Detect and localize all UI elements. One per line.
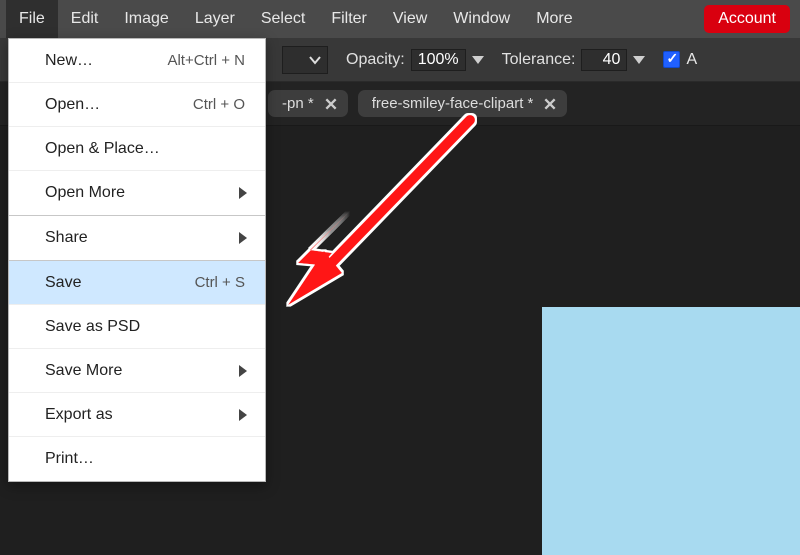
menu-item-shortcut: Ctrl + S — [195, 274, 245, 291]
menu-label: Window — [453, 10, 510, 28]
menu-label: More — [536, 10, 572, 28]
menu-open-more[interactable]: Open More — [9, 171, 265, 215]
menu-save-more[interactable]: Save More — [9, 349, 265, 393]
option-trailing-text: A — [686, 51, 697, 69]
file-menu-dropdown: New… Alt+Ctrl + N Open… Ctrl + O Open & … — [8, 38, 266, 482]
menu-layer[interactable]: Layer — [182, 0, 248, 38]
menu-more[interactable]: More — [523, 0, 585, 38]
account-label: Account — [718, 10, 776, 27]
menubar: File Edit Image Layer Select Filter View… — [0, 0, 800, 38]
menu-item-label: Share — [45, 229, 245, 247]
menu-item-label: Print… — [45, 450, 245, 468]
tab-label: -pn * — [282, 95, 314, 112]
brush-preset-dropdown[interactable] — [282, 46, 328, 74]
menu-label: Edit — [71, 10, 99, 28]
menu-share[interactable]: Share — [9, 216, 265, 260]
menu-item-label: Open More — [45, 184, 245, 202]
menu-edit[interactable]: Edit — [58, 0, 112, 38]
menu-item-label: Open… — [45, 96, 193, 114]
document-tab[interactable]: free-smiley-face-clipart * — [358, 90, 568, 117]
menu-label: View — [393, 10, 427, 28]
menu-item-shortcut: Alt+Ctrl + N — [167, 52, 245, 69]
opacity-value[interactable]: 100% — [411, 49, 466, 71]
menu-view[interactable]: View — [380, 0, 440, 38]
tolerance-dropdown-icon[interactable] — [633, 56, 645, 64]
tolerance-label: Tolerance: — [502, 51, 576, 69]
menu-label: Select — [261, 10, 305, 28]
menu-label: Image — [124, 10, 168, 28]
menu-save[interactable]: Save Ctrl + S — [9, 261, 265, 305]
tolerance-value[interactable]: 40 — [581, 49, 627, 71]
menu-filter[interactable]: Filter — [318, 0, 380, 38]
menu-label: File — [19, 10, 45, 28]
menu-save-as-psd[interactable]: Save as PSD — [9, 305, 265, 349]
menu-label: Layer — [195, 10, 235, 28]
menu-item-label: Save — [45, 274, 195, 292]
close-icon[interactable] — [324, 97, 338, 111]
menu-window[interactable]: Window — [440, 0, 523, 38]
opacity-dropdown-icon[interactable] — [472, 56, 484, 64]
menu-item-label: Open & Place… — [45, 140, 245, 158]
menu-image[interactable]: Image — [111, 0, 181, 38]
opacity-label: Opacity: — [346, 51, 405, 69]
menu-label: Filter — [331, 10, 367, 28]
menu-item-shortcut: Ctrl + O — [193, 96, 245, 113]
menu-item-label: Export as — [45, 406, 245, 424]
chevron-right-icon — [239, 232, 247, 244]
chevron-right-icon — [239, 409, 247, 421]
option-checkbox[interactable] — [663, 51, 680, 68]
menu-open-and-place[interactable]: Open & Place… — [9, 127, 265, 171]
tab-label: free-smiley-face-clipart * — [372, 95, 534, 112]
menu-item-label: New… — [45, 52, 167, 70]
tolerance-field: Tolerance: 40 — [502, 49, 646, 71]
close-icon[interactable] — [543, 97, 557, 111]
menu-new[interactable]: New… Alt+Ctrl + N — [9, 39, 265, 83]
menu-select[interactable]: Select — [248, 0, 318, 38]
menu-item-label: Save More — [45, 362, 245, 380]
menu-export-as[interactable]: Export as — [9, 393, 265, 437]
menu-file[interactable]: File — [6, 0, 58, 38]
chevron-right-icon — [239, 187, 247, 199]
account-button[interactable]: Account — [704, 5, 790, 33]
document-tab[interactable]: -pn * — [268, 90, 348, 117]
menu-item-label: Save as PSD — [45, 318, 245, 336]
chevron-right-icon — [239, 365, 247, 377]
menu-print[interactable]: Print… — [9, 437, 265, 481]
opacity-field: Opacity: 100% — [346, 49, 484, 71]
menu-open[interactable]: Open… Ctrl + O — [9, 83, 265, 127]
chevron-down-icon — [309, 54, 321, 66]
canvas[interactable] — [542, 307, 800, 555]
